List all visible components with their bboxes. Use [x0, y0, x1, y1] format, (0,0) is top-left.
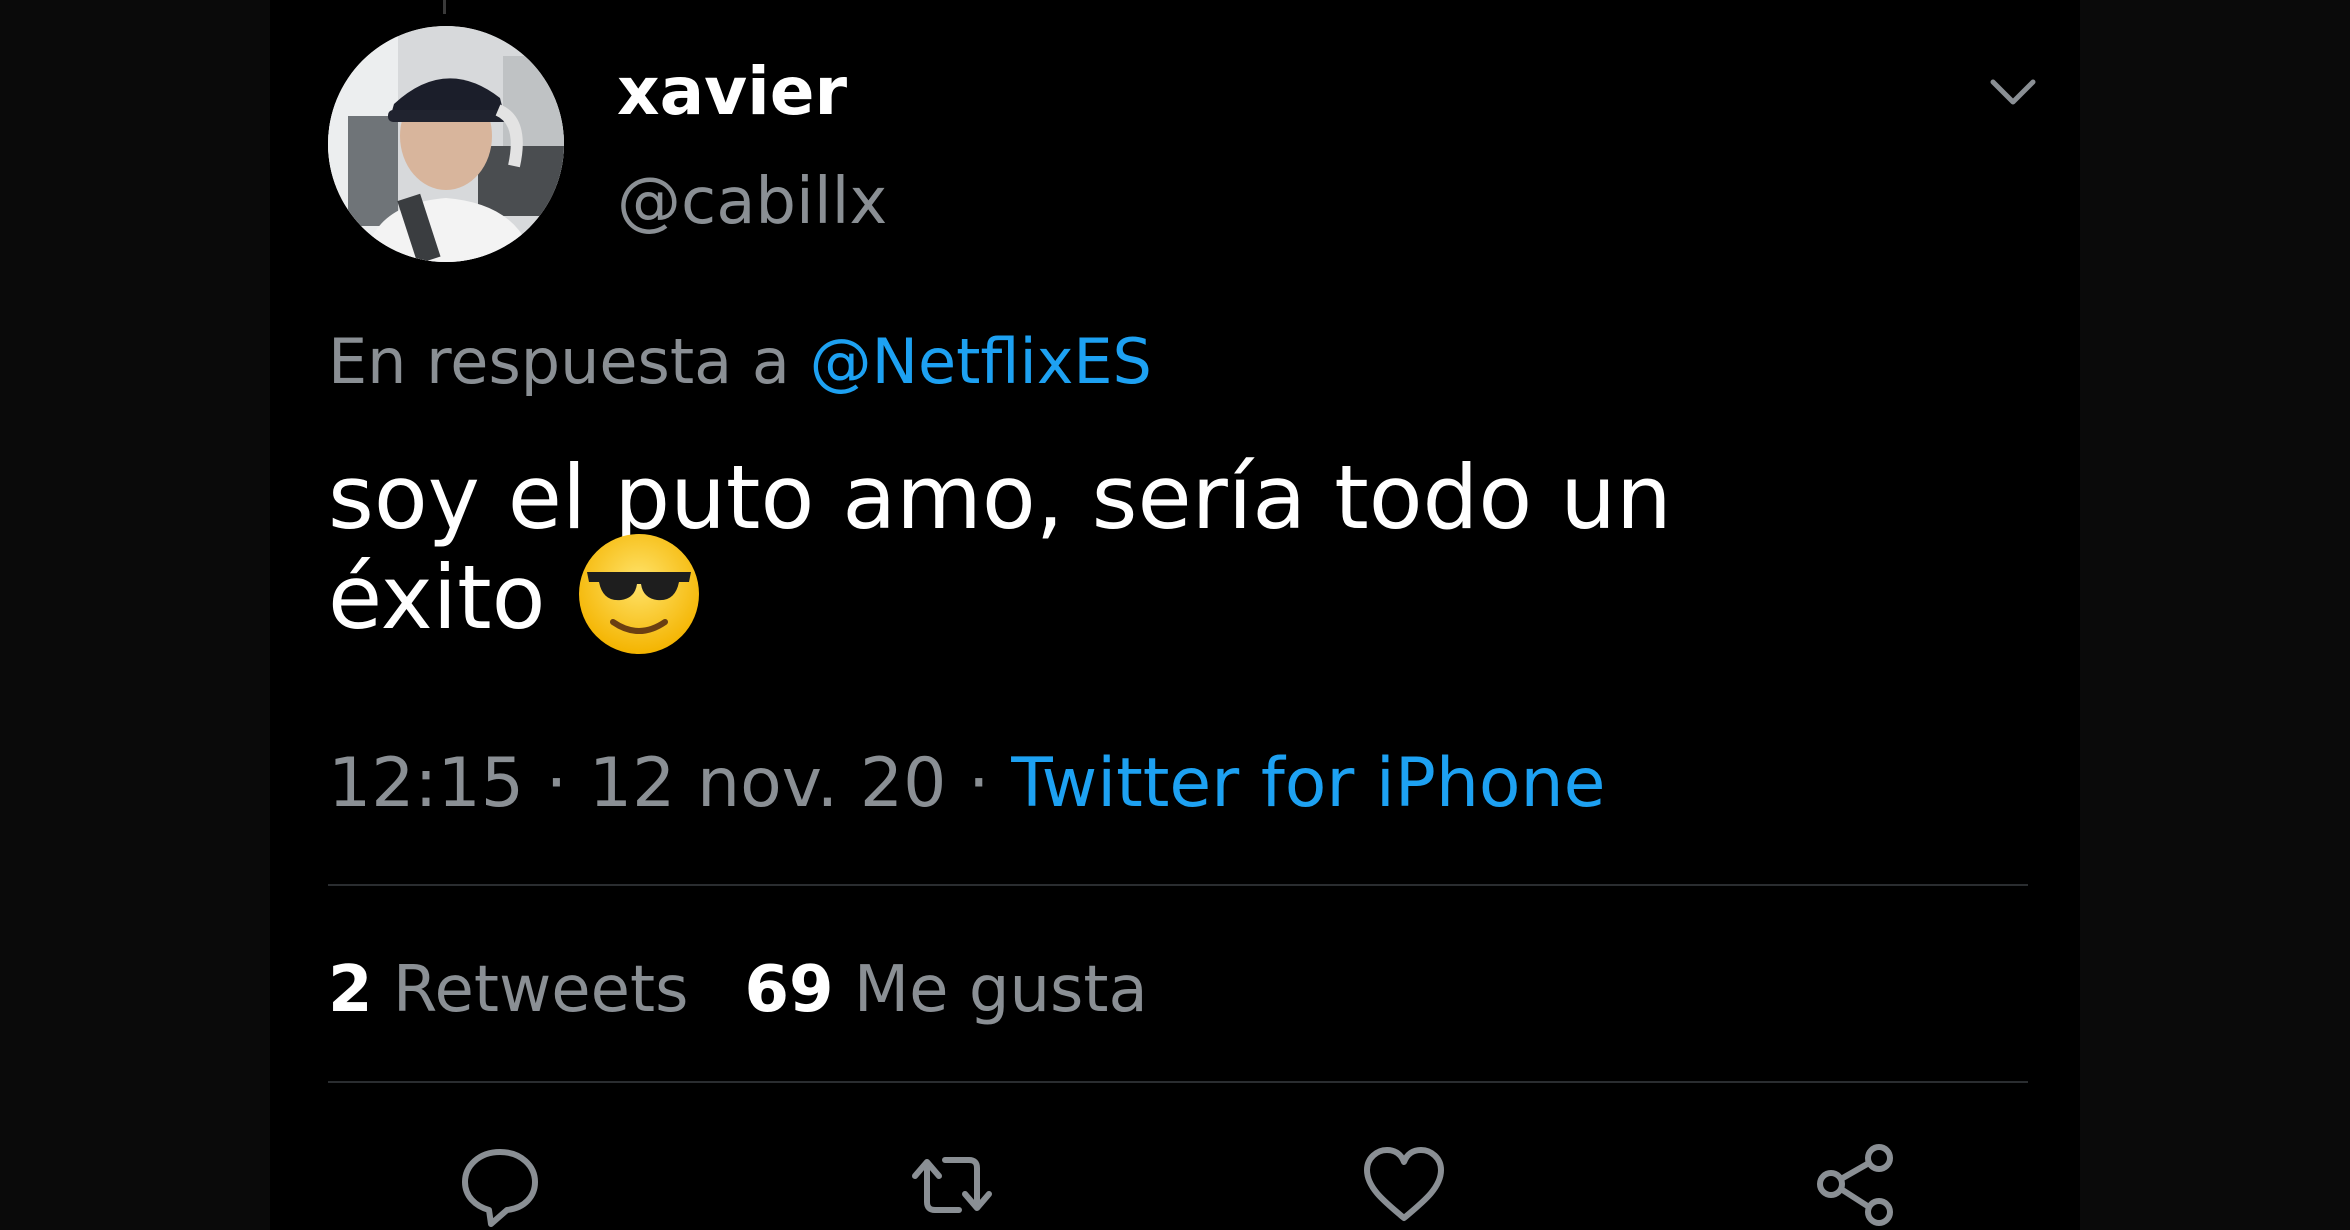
tweet-stats: 2 Retweets 69 Me gusta	[328, 948, 1148, 1032]
reply-icon[interactable]	[455, 1140, 545, 1230]
likes-count: 69	[744, 953, 834, 1027]
like-icon[interactable]	[1359, 1140, 1449, 1230]
reply-context: En respuesta a @NetflixES	[328, 322, 1152, 402]
meta-separator: ·	[968, 744, 990, 823]
retweet-icon[interactable]	[907, 1140, 997, 1230]
reply-prefix: En respuesta a	[328, 325, 790, 398]
avatar[interactable]	[328, 26, 564, 262]
tweet-meta: 12:15 · 12 nov. 20 · Twitter for iPhone	[328, 742, 1605, 826]
tweet-text-line-2: éxito	[328, 534, 2008, 658]
avatar-photo	[328, 26, 564, 262]
retweets-stat[interactable]: 2 Retweets	[328, 953, 688, 1027]
tweet-text: soy el puto amo, sería todo un éxito	[328, 448, 2008, 658]
divider	[328, 1081, 2028, 1083]
divider	[328, 884, 2028, 886]
tweet: xavier @cabillx En respuesta a @NetflixE…	[325, 0, 2036, 1230]
chevron-down-icon[interactable]	[1983, 62, 2043, 122]
meta-separator: ·	[545, 744, 568, 823]
left-gutter	[0, 0, 270, 1230]
tweet-time: 12:15	[328, 744, 524, 823]
reply-mention-link[interactable]: @NetflixES	[810, 325, 1152, 398]
retweets-count: 2	[328, 953, 373, 1027]
likes-label: Me gusta	[853, 953, 1148, 1027]
tweet-date: 12 nov. 20	[588, 744, 947, 823]
retweets-label: Retweets	[392, 953, 689, 1027]
share-icon[interactable]	[1811, 1140, 1901, 1230]
likes-stat[interactable]: 69 Me gusta	[744, 953, 1147, 1027]
tweet-detail-page: xavier @cabillx En respuesta a @NetflixE…	[0, 0, 2350, 1230]
user-handle[interactable]: @cabillx	[617, 162, 887, 242]
tweet-text-word: éxito	[328, 546, 546, 649]
right-gutter	[2080, 0, 2350, 1230]
display-name[interactable]: xavier	[617, 52, 847, 132]
sunglasses-emoji-icon	[575, 530, 703, 658]
tweet-source-link[interactable]: Twitter for iPhone	[1011, 744, 1605, 823]
